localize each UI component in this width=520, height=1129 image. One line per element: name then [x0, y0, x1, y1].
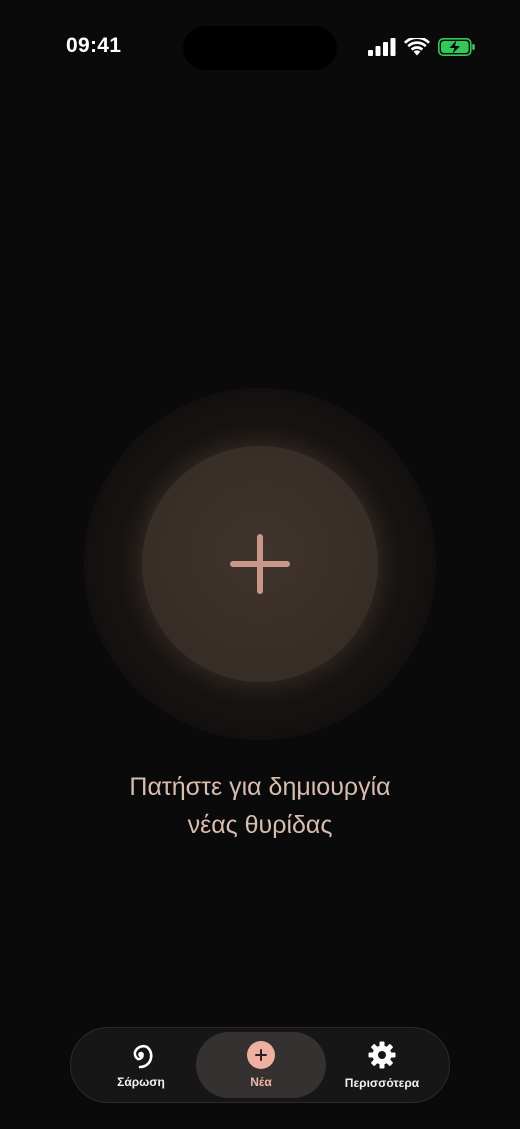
plus-icon — [228, 532, 292, 596]
tab-scan[interactable]: Σάρωση — [85, 1032, 197, 1098]
wifi-icon — [404, 38, 430, 56]
create-new-button[interactable] — [142, 446, 378, 682]
spiral-icon — [133, 1045, 153, 1069]
tab-more[interactable]: Περισσότερα — [326, 1032, 438, 1098]
plus-circle-icon — [247, 1041, 275, 1069]
status-icons — [368, 36, 476, 58]
cellular-signal-icon — [368, 38, 396, 56]
tab-new[interactable]: Νέα — [196, 1032, 326, 1098]
tab-scan-label: Σάρωση — [117, 1075, 165, 1089]
tab-more-label: Περισσότερα — [344, 1076, 420, 1090]
create-prompt: Πατήστε για δημιουργία νέας θυρίδας — [0, 768, 520, 844]
tab-bar: Σάρωση Νέα Περισσότερα — [70, 1027, 450, 1103]
tab-new-label: Νέα — [250, 1075, 272, 1089]
prompt-line-2: νέας θυρίδας — [187, 811, 333, 839]
battery-charging-icon — [438, 38, 475, 56]
gear-icon — [368, 1041, 396, 1069]
dynamic-island — [183, 26, 337, 70]
status-bar: 09:41 — [0, 0, 520, 96]
prompt-line-1: Πατήστε για δημιουργία — [129, 773, 391, 801]
status-time: 09:41 — [66, 34, 122, 57]
